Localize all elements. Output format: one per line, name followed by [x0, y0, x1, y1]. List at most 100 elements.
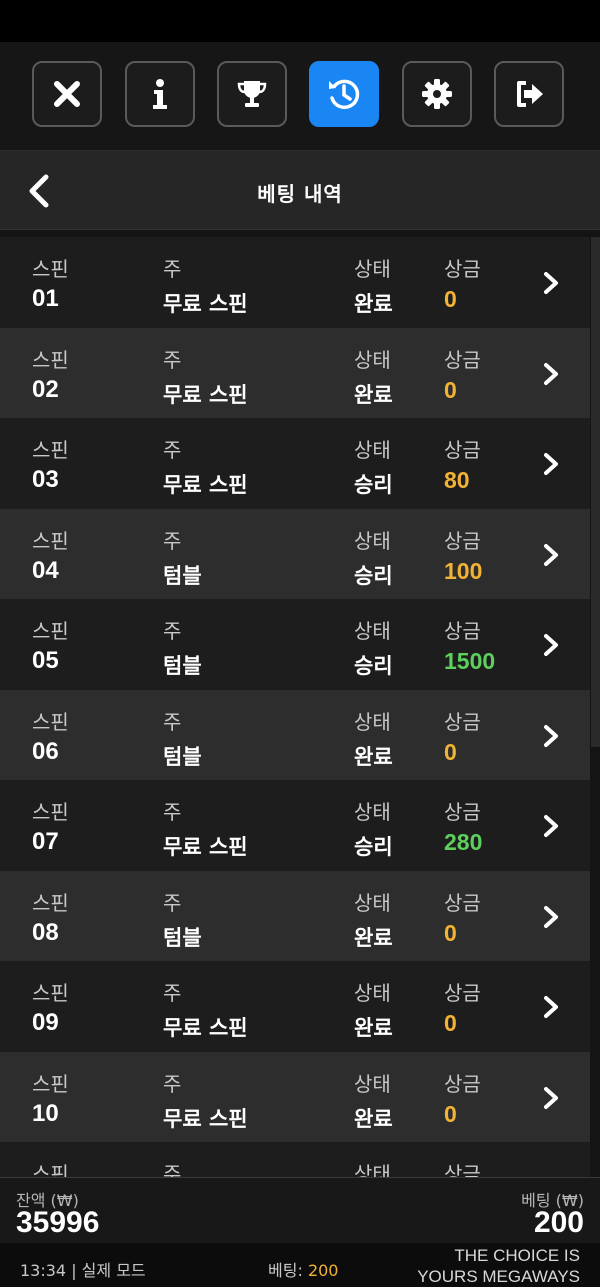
history-icon [329, 79, 360, 110]
status-bet-value: 200 [307, 1261, 339, 1280]
bet-value: 200 [533, 1206, 584, 1239]
bet-history-list[interactable]: 스핀 주 상태 상금 01 무료 스핀 완료 0 스핀 주 상태 상금 02 무료 스핀 완료 0 스핀 주 상태 상… [0, 237, 590, 1177]
status-value: 완료 [354, 382, 393, 407]
chevron-right-icon[interactable] [540, 270, 562, 296]
status-label: 상태 [354, 981, 391, 1005]
history-row[interactable]: 스핀 주 상태 상금 02 무료 스핀 완료 0 [0, 327, 590, 418]
history-row[interactable]: 스핀 주 상태 상금 04 텀블 승리 100 [0, 508, 590, 599]
status-label: 상태 [354, 1162, 391, 1177]
status-value: 완료 [354, 1016, 393, 1040]
bet-type-label: 주 [163, 528, 182, 553]
status-value: 승리 [354, 835, 393, 859]
prize-value: 280 [444, 829, 483, 855]
chevron-right-icon[interactable] [540, 542, 562, 568]
bet-type-label: 주 [163, 709, 182, 734]
mode-text: | 실제 모드 [71, 1261, 146, 1280]
history-row[interactable]: 스핀 주 상태 상금 10 무료 스핀 완료 0 [0, 1051, 590, 1142]
prize-label: 상금 [444, 619, 481, 643]
bet-type-label: 주 [163, 981, 182, 1005]
chevron-right-icon[interactable] [540, 361, 562, 387]
history-button[interactable] [309, 61, 379, 127]
spin-label: 스핀 [32, 347, 69, 372]
spin-label: 스핀 [32, 1071, 69, 1096]
chevron-right-icon[interactable] [540, 813, 562, 839]
close-button[interactable] [32, 61, 102, 127]
status-value: 완료 [354, 292, 393, 316]
spin-label: 스핀 [32, 890, 69, 915]
bet-type-value: 텀블 [163, 563, 202, 588]
history-row[interactable]: 스핀 주 상태 상금 03 무료 스핀 승리 80 [0, 418, 590, 509]
status-value: 완료 [354, 1106, 393, 1131]
toolbar [0, 42, 600, 151]
info-button[interactable] [125, 61, 195, 127]
history-row[interactable]: 스핀 주 상태 상금 07 무료 스핀 승리 280 [0, 780, 590, 871]
clock-time: 13:34 [20, 1261, 67, 1280]
prize-label: 상금 [444, 800, 481, 824]
history-row[interactable]: 스핀 주 상태 상금 05 텀블 승리 1500 [0, 599, 590, 690]
bet-type-label: 주 [163, 438, 182, 462]
info-icon [153, 79, 167, 109]
spin-number: 04 [32, 556, 59, 584]
trophy-icon [237, 81, 267, 107]
prize-label: 상금 [444, 1071, 481, 1096]
prize-label: 상금 [444, 981, 481, 1005]
spin-label: 스핀 [32, 528, 69, 553]
spin-label: 스핀 [32, 709, 69, 734]
bet-type-value: 무료 스핀 [163, 1016, 248, 1040]
exit-icon [517, 81, 543, 107]
balance-value: 35996 [16, 1206, 100, 1239]
game-title-line2: YOURS MEGAWAYS [417, 1267, 580, 1286]
history-row[interactable]: 스핀 주 상태 상금 08 텀블 완료 0 [0, 870, 590, 961]
bet-type-label: 주 [163, 257, 182, 281]
history-row[interactable]: 스핀 주 상태 상금 09 무료 스핀 완료 0 [0, 961, 590, 1052]
history-header: 베팅 내역 [0, 151, 600, 230]
spin-number: 06 [32, 737, 59, 765]
bet-type-value: 무료 스핀 [163, 292, 248, 316]
prize-value: 0 [444, 919, 457, 946]
prize-label: 상금 [444, 528, 481, 553]
history-row[interactable]: 스핀 주 상태 상금 [0, 1142, 590, 1177]
prize-value: 0 [444, 286, 457, 312]
chevron-right-icon[interactable] [540, 904, 562, 930]
chevron-right-icon[interactable] [540, 723, 562, 749]
trophy-button[interactable] [217, 61, 287, 127]
status-label: 상태 [354, 257, 391, 281]
chevron-right-icon[interactable] [540, 451, 562, 477]
chevron-right-icon[interactable] [540, 632, 562, 658]
prize-label: 상금 [444, 257, 481, 281]
list-scrollbar[interactable] [591, 237, 600, 747]
history-row[interactable]: 스핀 주 상태 상금 06 텀블 완료 0 [0, 689, 590, 780]
spin-number: 10 [32, 1099, 59, 1127]
bet-type-value: 무료 스핀 [163, 382, 248, 407]
settings-button[interactable] [402, 61, 472, 127]
bet-type-value: 텀블 [163, 925, 202, 950]
chevron-right-icon[interactable] [540, 1085, 562, 1111]
spin-label: 스핀 [32, 619, 69, 643]
prize-value: 80 [444, 467, 470, 493]
bet-type-label: 주 [163, 800, 182, 824]
spin-number: 03 [32, 466, 59, 493]
status-bar: 13:34 | 실제 모드 베팅: 200 THE CHOICE IS YOUR… [0, 1243, 600, 1287]
bet-type-value: 무료 스핀 [163, 835, 248, 859]
game-title: THE CHOICE IS YOURS MEGAWAYS [417, 1245, 580, 1287]
spin-number: 02 [32, 375, 59, 403]
bet-type-value: 텀블 [163, 744, 202, 769]
status-value: 승리 [354, 654, 393, 678]
spin-label: 스핀 [32, 257, 69, 281]
close-icon [54, 81, 80, 107]
exit-button[interactable] [494, 61, 564, 127]
status-value: 완료 [354, 744, 393, 769]
status-value: 승리 [354, 473, 393, 497]
prize-label: 상금 [444, 709, 481, 734]
status-value: 승리 [354, 563, 393, 588]
prize-value: 1500 [444, 648, 496, 674]
status-time-mode: 13:34 | 실제 모드 [20, 1257, 146, 1281]
chevron-right-icon[interactable] [540, 994, 562, 1020]
status-bet: 베팅: 200 [268, 1257, 338, 1281]
status-label: 상태 [354, 347, 391, 372]
status-value: 완료 [354, 925, 393, 950]
status-label: 상태 [354, 800, 391, 824]
history-row[interactable]: 스핀 주 상태 상금 01 무료 스핀 완료 0 [0, 237, 590, 328]
gear-icon [422, 79, 452, 109]
prize-label: 상금 [444, 890, 481, 915]
